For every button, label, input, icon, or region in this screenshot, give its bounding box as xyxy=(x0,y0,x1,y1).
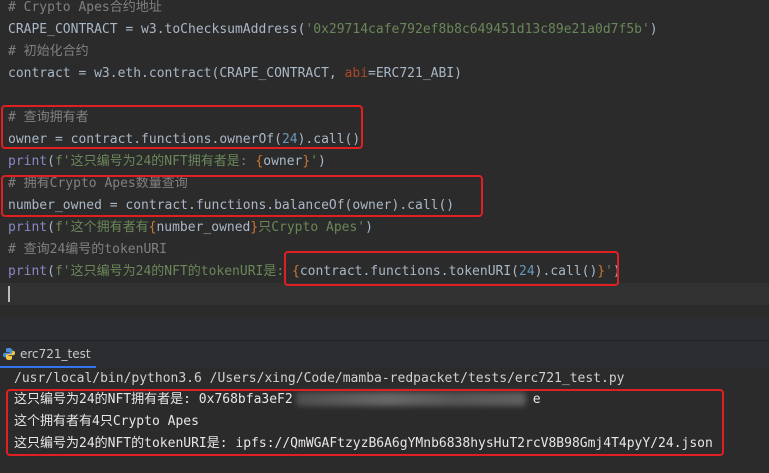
code-line-8: print(f'这只编号为24的NFT拥有者是: {owner}') xyxy=(8,154,326,169)
panel-divider xyxy=(0,318,769,340)
run-tab-label: erc721_test xyxy=(20,346,91,361)
highlight-box-balance xyxy=(1,175,483,217)
run-tab-bar: erc721_test xyxy=(0,340,769,368)
code-line-4: contract = w3.eth.contract(CRAPE_CONTRAC… xyxy=(8,66,462,81)
code-line-3: # 初始化合约 xyxy=(8,44,89,59)
highlight-box-owner xyxy=(1,105,363,149)
code-line-1: # Crypto Apes合约地址 xyxy=(8,0,162,15)
code-editor[interactable]: # Crypto Apes合约地址 CRAPE_CONTRACT = w3.to… xyxy=(0,0,769,318)
console-command-line: /usr/local/bin/python3.6 /Users/xing/Cod… xyxy=(14,371,625,386)
code-line-12: # 查询24编号的tokenURI xyxy=(8,242,167,257)
code-line-11: print(f'这个拥有者有{number_owned}只Crypto Apes… xyxy=(8,220,373,235)
python-file-icon xyxy=(3,347,15,360)
code-line-2: CRAPE_CONTRACT = w3.toChecksumAddress('0… xyxy=(8,22,658,37)
highlight-box-tokenuri xyxy=(284,251,619,286)
highlight-box-output xyxy=(6,389,724,456)
run-console[interactable]: /usr/local/bin/python3.6 /Users/xing/Cod… xyxy=(0,368,769,473)
text-caret xyxy=(8,286,10,302)
current-line-highlight xyxy=(0,283,769,305)
run-tab-erc721-test[interactable]: erc721_test xyxy=(0,341,96,368)
